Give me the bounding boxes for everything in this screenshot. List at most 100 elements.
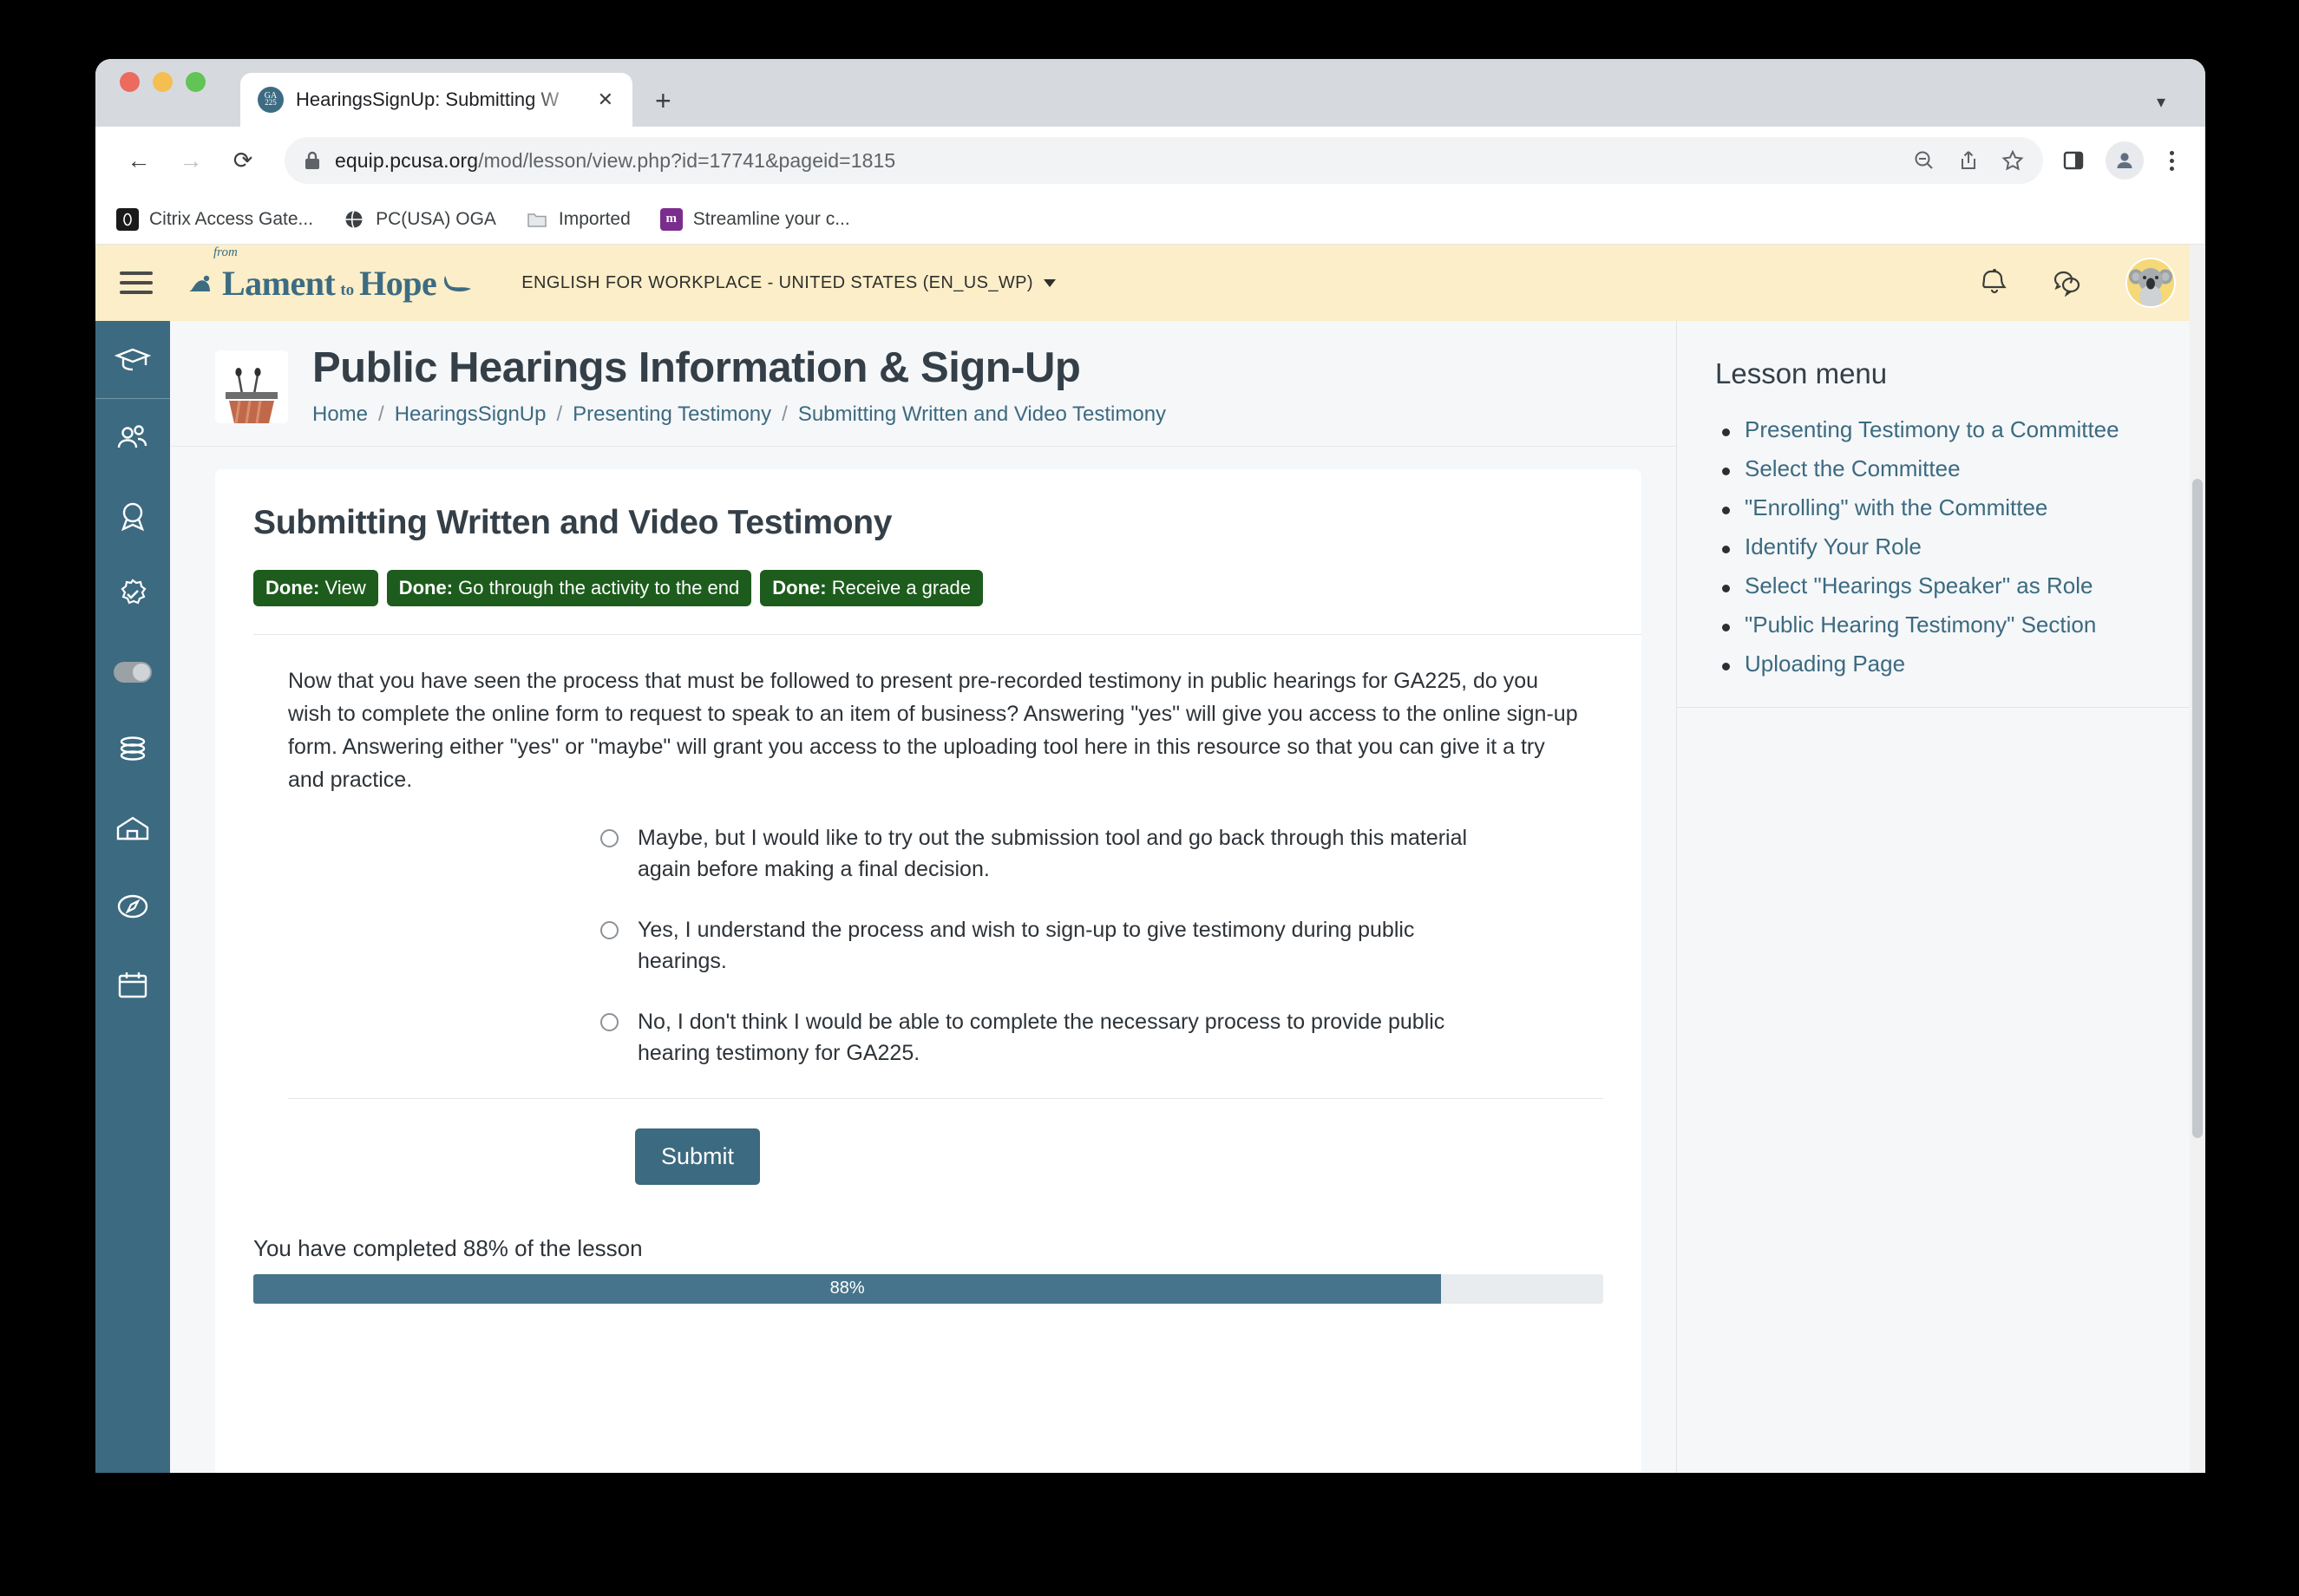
- url-path: /mod/lesson/view.php?id=17741&pageid=181…: [478, 148, 896, 172]
- submit-button[interactable]: Submit: [635, 1128, 761, 1185]
- sidebar-item-explore[interactable]: [95, 867, 170, 945]
- share-icon[interactable]: [1958, 149, 1979, 172]
- sidebar-item-home[interactable]: [95, 789, 170, 867]
- lesson-menu-title: Lesson menu: [1715, 357, 1888, 389]
- status-badge: Done: Go through the activity to the end: [386, 569, 752, 606]
- profile-icon[interactable]: [2106, 141, 2144, 180]
- url-domain: equip.pcusa.org: [335, 148, 479, 172]
- sidebar-item-database[interactable]: [95, 711, 170, 789]
- lesson-menu-link[interactable]: Identify Your Role: [1745, 533, 1922, 559]
- lesson-menu-list: Presenting Testimony to a Committee Sele…: [1715, 416, 2174, 677]
- list-item[interactable]: Uploading Page: [1715, 651, 2174, 677]
- sidebar-item-competencies[interactable]: [95, 555, 170, 633]
- page-viewport: from Lament to Hope ENGLISH FOR WORKPLAC…: [95, 245, 2205, 1473]
- hamburger-icon[interactable]: [120, 271, 153, 294]
- divider: [1677, 707, 2205, 708]
- lesson-menu-link[interactable]: Uploading Page: [1745, 651, 1905, 677]
- list-item[interactable]: Select the Committee: [1715, 455, 2174, 482]
- breadcrumb-separator: /: [378, 402, 384, 426]
- logo-lament-text: Lament: [222, 263, 336, 303]
- sidebar-item-toggle[interactable]: [95, 633, 170, 711]
- tab-favicon: GA 225: [258, 87, 284, 113]
- avatar[interactable]: [2125, 258, 2176, 308]
- chevron-down-icon: [1043, 278, 1056, 287]
- lesson-menu-link[interactable]: "Public Hearing Testimony" Section: [1745, 612, 2096, 638]
- lesson-menu-panel: Lesson menu Presenting Testimony to a Co…: [1676, 321, 2205, 1473]
- bookmark-label: Citrix Access Gate...: [149, 208, 314, 229]
- breadcrumb-item-current[interactable]: Submitting Written and Video Testimony: [798, 402, 1166, 427]
- browser-window: GA 225 HearingsSignUp: Submitting W ✕ + …: [95, 59, 2205, 1473]
- star-icon[interactable]: [2001, 149, 2024, 172]
- lesson-menu-link[interactable]: Select "Hearings Speaker" as Role: [1745, 572, 2093, 598]
- kebab-menu-icon[interactable]: [2165, 150, 2179, 171]
- breadcrumb-item-course[interactable]: HearingsSignUp: [395, 402, 547, 427]
- tab-search-chevron-down-icon[interactable]: ▾: [2157, 91, 2165, 113]
- sidebar-item-badges[interactable]: [95, 477, 170, 555]
- status-badge: Done: View: [253, 569, 378, 606]
- reload-button[interactable]: ⟳: [220, 138, 265, 183]
- bookmark-citrix[interactable]: Citrix Access Gate...: [116, 207, 314, 231]
- list-item[interactable]: Identify Your Role: [1715, 533, 2174, 560]
- sidebar-item-participants[interactable]: [95, 399, 170, 477]
- window-controls: [120, 59, 206, 127]
- lesson-menu-link[interactable]: Presenting Testimony to a Committee: [1745, 416, 2119, 442]
- site-header-actions: [1980, 258, 2176, 308]
- bookmark-pcusa-oga[interactable]: PC(USA) OGA: [343, 208, 496, 231]
- page-header-text: Public Hearings Information & Sign-Up Ho…: [312, 344, 1166, 427]
- breadcrumb-item-home[interactable]: Home: [312, 402, 368, 427]
- radio-option-yes[interactable]: [600, 920, 619, 939]
- side-panel-icon[interactable]: [2062, 149, 2085, 172]
- globe-icon: [343, 208, 365, 231]
- list-item[interactable]: "Enrolling" with the Committee: [1715, 494, 2174, 521]
- back-button[interactable]: ←: [116, 138, 161, 183]
- list-item[interactable]: No, I don't think I would be able to com…: [600, 1006, 1603, 1069]
- badge-text: Receive a grade: [826, 576, 971, 598]
- close-tab-button[interactable]: ✕: [594, 88, 617, 111]
- forward-button[interactable]: →: [168, 138, 213, 183]
- address-bar[interactable]: equip.pcusa.org/mod/lesson/view.php?id=1…: [285, 137, 2043, 184]
- list-item[interactable]: Select "Hearings Speaker" as Role: [1715, 572, 2174, 599]
- browser-tab[interactable]: GA 225 HearingsSignUp: Submitting W ✕: [240, 73, 632, 127]
- zoom-out-icon[interactable]: [1913, 149, 1935, 172]
- vertical-scrollbar[interactable]: [2190, 245, 2205, 1473]
- sidebar-item-calendar[interactable]: [95, 945, 170, 1024]
- list-item[interactable]: Presenting Testimony to a Committee: [1715, 416, 2174, 443]
- browser-tab-strip: GA 225 HearingsSignUp: Submitting W ✕ + …: [95, 59, 2205, 127]
- list-item[interactable]: Maybe, but I would like to try out the s…: [600, 822, 1603, 885]
- lesson-body-text: Now that you have seen the process that …: [288, 668, 1578, 792]
- language-selector-label: ENGLISH FOR WORKPLACE - UNITED STATES (E…: [521, 272, 1033, 292]
- maximize-window-button[interactable]: [186, 71, 206, 92]
- bookmark-label: Streamline your c...: [692, 208, 850, 229]
- radio-option-no[interactable]: [600, 1012, 619, 1031]
- scrollbar-thumb[interactable]: [2192, 479, 2203, 1138]
- minimize-window-button[interactable]: [153, 71, 173, 92]
- page-title: Public Hearings Information & Sign-Up: [312, 344, 1081, 391]
- site-logo[interactable]: from Lament to Hope: [187, 245, 473, 304]
- lesson-heading: Submitting Written and Video Testimony: [253, 503, 893, 541]
- logo-right-glyph-icon: [442, 271, 473, 302]
- sidebar-item-courses[interactable]: [95, 321, 170, 399]
- breadcrumb-item-section[interactable]: Presenting Testimony: [573, 402, 771, 427]
- badge-prefix: Done:: [265, 576, 320, 598]
- lesson-card: Submitting Written and Video Testimony D…: [215, 468, 1641, 1473]
- citrix-icon: [116, 207, 139, 231]
- answer-options: Maybe, but I would like to try out the s…: [253, 822, 1603, 1069]
- bookmark-streamline[interactable]: m Streamline your c...: [659, 207, 850, 231]
- browser-toolbar: ← → ⟳ equip.pcusa.org/mod/lesson/view.ph…: [95, 127, 2205, 194]
- list-item[interactable]: Yes, I understand the process and wish t…: [600, 914, 1603, 977]
- language-selector[interactable]: ENGLISH FOR WORKPLACE - UNITED STATES (E…: [521, 273, 1056, 293]
- lesson-menu-link[interactable]: "Enrolling" with the Committee: [1745, 494, 2047, 520]
- address-bar-url: equip.pcusa.org/mod/lesson/view.php?id=1…: [335, 149, 895, 173]
- divider: [288, 1097, 1603, 1099]
- radio-option-maybe[interactable]: [600, 828, 619, 847]
- logo-from-text: from: [213, 245, 238, 259]
- tab-title: HearingsSignUp: Submitting W: [296, 88, 560, 110]
- bell-icon[interactable]: [1980, 267, 2009, 298]
- lesson-menu-link[interactable]: Select the Committee: [1745, 455, 1961, 481]
- address-bar-actions: [1913, 137, 2043, 184]
- new-tab-button[interactable]: +: [655, 87, 671, 114]
- list-item[interactable]: "Public Hearing Testimony" Section: [1715, 612, 2174, 638]
- chat-bubbles-icon[interactable]: [2051, 268, 2084, 298]
- close-window-button[interactable]: [120, 71, 140, 92]
- bookmark-imported-folder[interactable]: Imported: [526, 208, 631, 231]
